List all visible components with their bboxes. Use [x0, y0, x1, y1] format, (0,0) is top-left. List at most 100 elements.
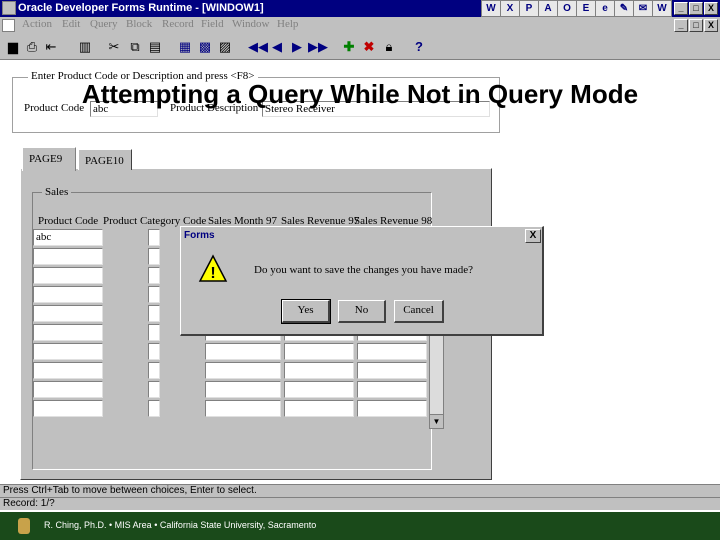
- product-category-code-cell[interactable]: [148, 229, 160, 246]
- delete-record-icon[interactable]: ✖: [360, 38, 378, 56]
- product-category-code-cell[interactable]: [148, 400, 160, 417]
- oracle-app-icon[interactable]: [2, 1, 16, 15]
- save-icon[interactable]: ▆: [4, 38, 22, 56]
- excel-icon[interactable]: X: [500, 0, 520, 17]
- ie-icon[interactable]: e: [595, 0, 615, 17]
- sales-frame-label: Sales: [42, 186, 72, 198]
- product-code-cell[interactable]: [33, 248, 103, 265]
- product-category-code-cell[interactable]: [148, 286, 160, 303]
- mdi-minimize-button[interactable]: _: [674, 19, 688, 32]
- menu-field[interactable]: Field: [201, 18, 224, 30]
- menu-action[interactable]: Action: [22, 18, 52, 30]
- tab-page9[interactable]: PAGE9: [22, 147, 76, 171]
- product-code-cell[interactable]: [33, 286, 103, 303]
- previous-record-icon[interactable]: ◀: [268, 38, 286, 56]
- sales-month-97-cell[interactable]: [205, 400, 281, 417]
- close-button[interactable]: X: [704, 2, 718, 15]
- footer-credit: R. Ching, Ph.D. • MIS Area • California …: [44, 520, 317, 530]
- toolbar: ▆ ⎙ ⇤ ▥ ✂ ⧉ ▤ ▦ ▩ ▨ ◀◀ ◀ ▶ ▶▶ ✚ ✖ 🔒︎ ?: [0, 34, 720, 60]
- copy-icon[interactable]: ⧉: [126, 38, 144, 56]
- word-doc-icon[interactable]: W: [652, 0, 672, 17]
- maximize-button[interactable]: □: [689, 2, 703, 15]
- svg-text:!: !: [210, 265, 215, 282]
- sales-month-97-cell[interactable]: [205, 362, 281, 379]
- menu-help[interactable]: Help: [277, 18, 298, 30]
- dialog-message: Do you want to save the changes you have…: [254, 264, 474, 276]
- tab-page10[interactable]: PAGE10: [78, 149, 132, 170]
- sales-revenue-97-cell[interactable]: [284, 343, 354, 360]
- help-icon[interactable]: ?: [410, 38, 428, 56]
- menu-bar: Action Edit Query Block Record Field Win…: [0, 17, 720, 34]
- window-title: Oracle Developer Forms Runtime - [WINDOW…: [18, 2, 264, 14]
- dialog-title-bar: [183, 229, 541, 244]
- paint-icon[interactable]: ✎: [614, 0, 634, 17]
- slide-title: Attempting a Query While Not in Query Mo…: [81, 79, 639, 109]
- menu-record[interactable]: Record: [162, 18, 194, 30]
- product-category-code-cell[interactable]: [148, 381, 160, 398]
- enter-query-icon[interactable]: ▦: [176, 38, 194, 56]
- sales-revenue-98-cell[interactable]: [357, 400, 427, 417]
- sales-month-97-cell[interactable]: [205, 343, 281, 360]
- explorer-icon[interactable]: E: [576, 0, 596, 17]
- product-code-cell[interactable]: [33, 305, 103, 322]
- open-book-icon[interactable]: ▥: [76, 38, 94, 56]
- title-bar: Oracle Developer Forms Runtime - [WINDOW…: [0, 0, 720, 17]
- access-icon[interactable]: A: [538, 0, 558, 17]
- product-code-cell[interactable]: [33, 400, 103, 417]
- mdi-close-button[interactable]: X: [704, 19, 718, 32]
- powerpoint-icon[interactable]: P: [519, 0, 539, 17]
- execute-query-icon[interactable]: ▩: [196, 38, 214, 56]
- insert-record-icon[interactable]: ✚: [340, 38, 358, 56]
- product-code-cell[interactable]: [33, 343, 103, 360]
- first-record-icon[interactable]: ◀◀: [248, 38, 268, 56]
- status-line: Record: 1/?: [0, 497, 720, 510]
- last-record-icon[interactable]: ▶▶: [308, 38, 328, 56]
- menu-query[interactable]: Query: [90, 18, 118, 30]
- outlook-icon[interactable]: O: [557, 0, 577, 17]
- sales-revenue-97-cell[interactable]: [284, 381, 354, 398]
- product-code-cell[interactable]: [33, 267, 103, 284]
- mdi-restore-button[interactable]: □: [689, 19, 703, 32]
- sales-revenue-98-cell[interactable]: [357, 362, 427, 379]
- paste-icon[interactable]: ▤: [146, 38, 164, 56]
- menu-edit[interactable]: Edit: [62, 18, 80, 30]
- message-line: Press Ctrl+Tab to move between choices, …: [0, 484, 720, 497]
- sales-revenue-98-cell[interactable]: [357, 381, 427, 398]
- no-button[interactable]: No: [338, 300, 386, 323]
- slide-footer: R. Ching, Ph.D. • MIS Area • California …: [0, 512, 720, 540]
- menu-block[interactable]: Block: [126, 18, 152, 30]
- yes-button[interactable]: Yes: [281, 299, 331, 324]
- document-icon[interactable]: [2, 19, 15, 32]
- sales-month-97-cell[interactable]: [205, 381, 281, 398]
- product-category-code-cell[interactable]: [148, 324, 160, 341]
- dialog-close-button[interactable]: X: [525, 229, 541, 243]
- scroll-down-icon[interactable]: ▼: [429, 414, 444, 429]
- product-code-cell[interactable]: [33, 362, 103, 379]
- first-product-code-cell[interactable]: abc: [33, 229, 103, 246]
- cut-icon[interactable]: ✂: [105, 38, 123, 56]
- sales-revenue-97-cell[interactable]: [284, 400, 354, 417]
- product-category-code-cell[interactable]: [148, 343, 160, 360]
- word-icon[interactable]: W: [481, 0, 501, 17]
- column-header-product-code: Product Code: [38, 215, 99, 227]
- product-code-cell[interactable]: [33, 381, 103, 398]
- print-icon[interactable]: ⎙: [23, 38, 41, 56]
- exit-icon[interactable]: ⇤: [42, 38, 60, 56]
- product-category-code-cell[interactable]: [148, 248, 160, 265]
- sales-revenue-97-cell[interactable]: [284, 362, 354, 379]
- menu-window[interactable]: Window: [232, 18, 269, 30]
- cancel-query-icon[interactable]: ▨: [216, 38, 234, 56]
- minimize-button[interactable]: _: [674, 2, 688, 15]
- cancel-button[interactable]: Cancel: [394, 300, 444, 323]
- mail-icon[interactable]: ✉: [633, 0, 653, 17]
- sales-revenue-98-cell[interactable]: [357, 343, 427, 360]
- csus-logo: [18, 518, 30, 534]
- dialog-title: Forms: [184, 230, 215, 241]
- product-category-code-cell[interactable]: [148, 362, 160, 379]
- lock-record-icon[interactable]: 🔒︎: [380, 38, 398, 56]
- product-category-code-cell[interactable]: [148, 305, 160, 322]
- warning-icon: !: [198, 254, 228, 284]
- next-record-icon[interactable]: ▶: [288, 38, 306, 56]
- product-code-cell[interactable]: [33, 324, 103, 341]
- product-category-code-cell[interactable]: [148, 267, 160, 284]
